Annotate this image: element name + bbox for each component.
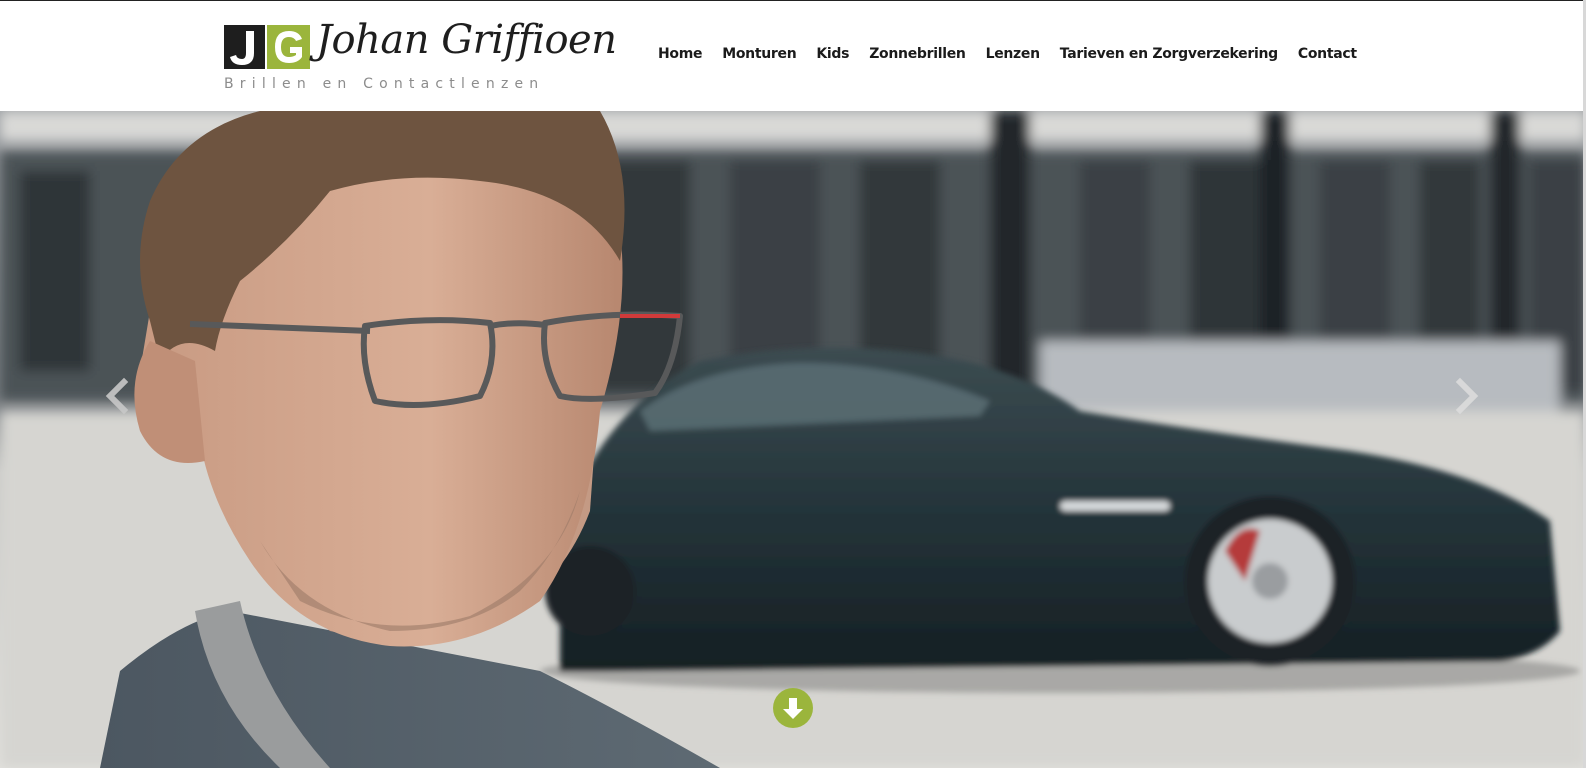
nav-item-zonnebrillen[interactable]: Zonnebrillen xyxy=(869,46,966,62)
nav-item-kids[interactable]: Kids xyxy=(816,46,849,62)
site-header: Johan Griffioen Brillen en Contactlenzen… xyxy=(0,1,1586,111)
hero-image xyxy=(0,111,1586,768)
hero-slider xyxy=(0,111,1586,768)
logo[interactable]: Johan Griffioen Brillen en Contactlenzen xyxy=(224,17,617,95)
nav-item-monturen[interactable]: Monturen xyxy=(722,46,796,62)
nav-item-home[interactable]: Home xyxy=(658,46,703,62)
scroll-down-button[interactable] xyxy=(773,688,813,728)
arrow-down-icon xyxy=(783,698,803,719)
slider-next-button[interactable] xyxy=(1452,376,1482,416)
nav-item-tarieven[interactable]: Tarieven en Zorgverzekering xyxy=(1060,46,1278,62)
nav-item-lenzen[interactable]: Lenzen xyxy=(986,46,1041,62)
chevron-left-icon xyxy=(105,377,129,415)
logo-mark xyxy=(224,25,310,69)
logo-tagline: Brillen en Contactlenzen xyxy=(224,76,545,92)
logo-name: Johan Griffioen xyxy=(316,17,617,63)
slider-prev-button[interactable] xyxy=(102,376,132,416)
main-nav: Home Monturen Kids Zonnebrillen Lenzen T… xyxy=(658,46,1377,62)
chevron-right-icon xyxy=(1455,377,1479,415)
nav-item-contact[interactable]: Contact xyxy=(1298,46,1357,62)
